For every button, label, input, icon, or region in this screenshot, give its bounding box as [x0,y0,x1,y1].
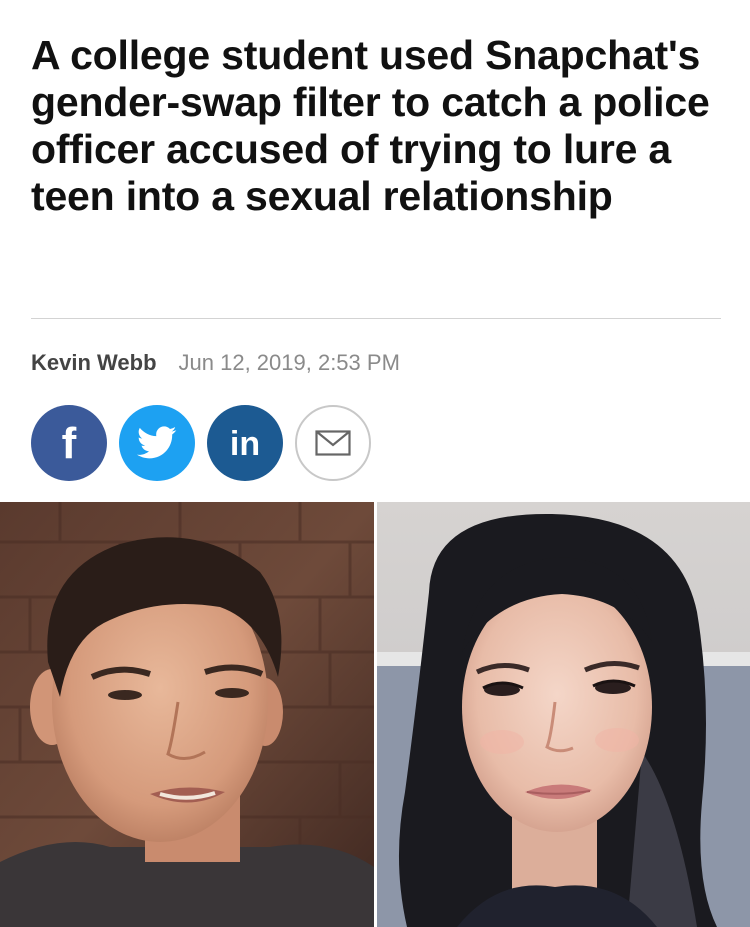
facebook-share-button[interactable]: f [31,405,107,481]
byline: Kevin Webb Jun 12, 2019, 2:53 PM [31,349,400,377]
share-bar: f in [31,405,383,481]
divider [31,318,721,319]
facebook-glyph: f [62,419,77,468]
linkedin-icon: in [230,425,260,463]
email-icon [315,430,351,456]
facebook-icon: f [62,419,77,468]
email-share-button[interactable] [295,405,371,481]
publish-date: Jun 12, 2019, 2:53 PM [178,350,400,375]
article-headline: A college student used Snapchat's gender… [31,32,710,219]
twitter-share-button[interactable] [119,405,195,481]
twitter-icon [137,426,177,459]
linkedin-glyph: in [230,425,260,463]
linkedin-share-button[interactable]: in [207,405,283,481]
author-name[interactable]: Kevin Webb [31,350,157,376]
photo-young-man [0,502,374,927]
photo-gender-swap-filter [377,502,750,927]
